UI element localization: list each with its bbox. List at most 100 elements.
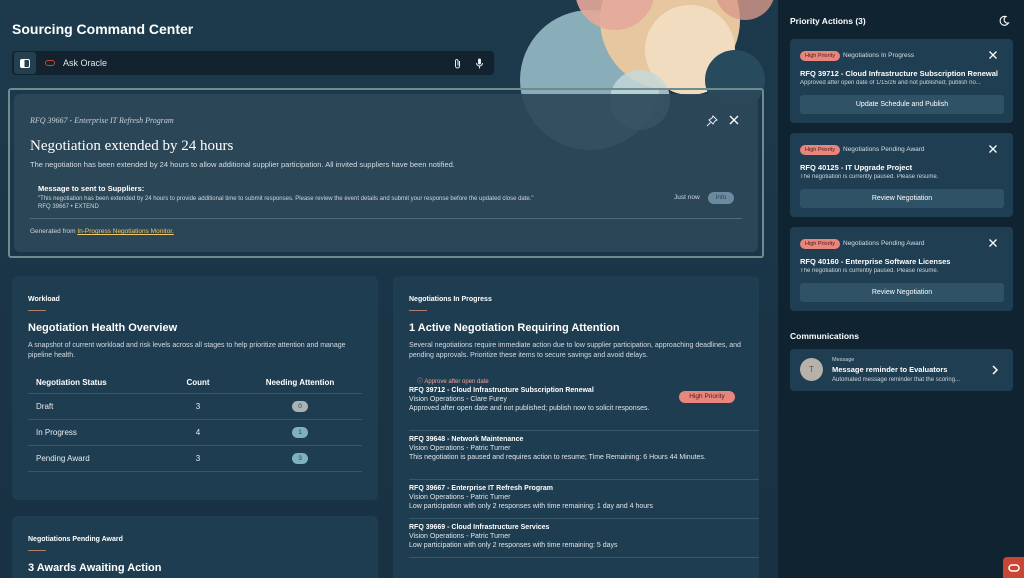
- dark-mode-toggle-icon[interactable]: [998, 15, 1010, 27]
- message-ref: RFQ 39667 • EXTEND: [38, 204, 99, 210]
- card-desc: The negotiation is currently paused. Ple…: [800, 268, 939, 274]
- microphone-button[interactable]: [472, 56, 486, 70]
- list-divider: [409, 479, 759, 480]
- close-icon[interactable]: [988, 238, 998, 248]
- list-item[interactable]: RFQ 39712 - Cloud Infrastructure Subscri…: [409, 386, 669, 413]
- item-owner: Vision Operations - Patric Turner: [409, 533, 511, 540]
- panel-toggle-button[interactable]: [14, 52, 36, 74]
- high-priority-badge: High Priority: [800, 239, 840, 249]
- generated-prefix: Generated from: [30, 228, 76, 235]
- table-row[interactable]: Pending Award 3 3: [28, 445, 362, 472]
- high-priority-badge: High Priority: [679, 391, 735, 403]
- priority-title: Priority Actions (3): [790, 16, 866, 26]
- alert-time: Just now: [674, 194, 700, 201]
- message-body: "This negotiation has been extended by 2…: [38, 195, 598, 211]
- table-row[interactable]: In Progress 4 1: [28, 419, 362, 446]
- col-count: Count: [158, 373, 238, 394]
- card-title: RFQ 39712 - Cloud Infrastructure Subscri…: [800, 69, 998, 78]
- item-desc: Low participation with only 2 responses …: [409, 542, 618, 549]
- list-item[interactable]: RFQ 39667 - Enterprise IT Refresh Progra…: [409, 484, 749, 511]
- attention-pill: 1: [292, 426, 308, 438]
- pending-award-card: Negotiations Pending Award 3 Awards Awai…: [12, 516, 378, 578]
- high-priority-badge: High Priority: [800, 145, 840, 155]
- row-status: Pending Award: [28, 445, 158, 472]
- oracle-icon: [1007, 563, 1020, 572]
- priority-card: High Priority Negotiations Pending Award…: [790, 227, 1013, 311]
- ask-oracle-input[interactable]: Ask Oracle: [63, 58, 450, 68]
- oracle-assistant-button[interactable]: [1003, 557, 1024, 578]
- avatar: T: [800, 358, 823, 381]
- microphone-icon: [475, 58, 483, 68]
- card-desc: Approved after open date of 1/15/26 and …: [800, 80, 981, 86]
- close-icon[interactable]: [988, 50, 998, 60]
- row-count: 4: [158, 419, 238, 446]
- item-desc: Low participation with only 2 responses …: [409, 503, 653, 510]
- message-label: Message: [832, 357, 855, 363]
- review-negotiation-button[interactable]: Review Negotiation: [800, 283, 1004, 302]
- item-owner: Vision Operations - Clare Furey: [409, 396, 507, 403]
- list-divider: [409, 557, 759, 558]
- update-schedule-button[interactable]: Update Schedule and Publish: [800, 95, 1004, 114]
- extension-alert-card: RFQ 39667 - Enterprise IT Refresh Progra…: [14, 94, 758, 252]
- chevron-right-icon[interactable]: [990, 364, 1000, 376]
- priority-card: High Priority Negotiations Pending Award…: [790, 133, 1013, 217]
- item-title: RFQ 39667 - Enterprise IT Refresh Progra…: [409, 485, 553, 492]
- priority-card: High Priority Negotiations In Progress R…: [790, 39, 1013, 123]
- message-title: Message reminder to Evaluators: [832, 365, 948, 374]
- card-status: Negotiations In Progress: [843, 52, 915, 59]
- alert-rfq: RFQ 39667 - Enterprise IT Refresh Progra…: [30, 116, 174, 125]
- in-progress-card: Negotiations In Progress 1 Active Negoti…: [393, 276, 759, 578]
- item-desc: This negotiation is paused and requires …: [409, 454, 706, 461]
- workload-table: Negotiation Status Count Needing Attenti…: [28, 373, 362, 472]
- alert-headline: Negotiation extended by 24 hours: [30, 138, 234, 154]
- communications-title: Communications: [790, 331, 859, 341]
- panel-icon: [20, 58, 30, 68]
- attention-pill: 0: [292, 400, 308, 412]
- ask-oracle-bar[interactable]: Ask Oracle: [12, 51, 494, 75]
- flag-label: Approve after open date: [424, 379, 489, 385]
- message-text: "This negotiation has been extended by 2…: [38, 196, 534, 202]
- main-area: Sourcing Command Center Ask Oracle RFQ 3…: [0, 0, 778, 578]
- item-owner: Vision Operations - Patric Turner: [409, 494, 511, 501]
- page-title: Sourcing Command Center: [12, 21, 194, 37]
- table-row[interactable]: Draft 3 0: [28, 393, 362, 420]
- attach-button[interactable]: [450, 56, 464, 70]
- monitor-link[interactable]: In-Progress Negotiations Monitor.: [77, 228, 173, 235]
- list-item[interactable]: RFQ 39648 - Network Maintenance Vision O…: [409, 435, 749, 462]
- row-status: Draft: [28, 393, 158, 420]
- card-desc: The negotiation is currently paused. Ple…: [800, 174, 939, 180]
- message-card[interactable]: T Message Message reminder to Evaluators…: [790, 349, 1013, 391]
- message-desc: Automated message reminder that the scor…: [832, 377, 961, 383]
- list-divider: [409, 430, 759, 431]
- workload-title: Negotiation Health Overview: [28, 322, 178, 334]
- kicker-line: [28, 310, 46, 311]
- close-icon[interactable]: [988, 144, 998, 154]
- card-title: RFQ 40125 - IT Upgrade Project: [800, 163, 913, 172]
- close-icon[interactable]: [728, 114, 740, 126]
- item-title: RFQ 39669 - Cloud Infrastructure Service…: [409, 524, 550, 531]
- row-status: In Progress: [28, 419, 158, 446]
- high-priority-badge: High Priority: [800, 51, 840, 61]
- generated-from: Generated from In-Progress Negotiations …: [30, 228, 174, 235]
- item-owner: Vision Operations - Patric Turner: [409, 445, 511, 452]
- message-title: Message to sent to Suppliers:: [38, 184, 145, 193]
- card-status: Negotiations Pending Award: [843, 146, 925, 153]
- row-count: 3: [158, 393, 238, 420]
- info-tag: Info: [708, 192, 734, 204]
- item-desc: Approved after open date and not publish…: [409, 405, 650, 412]
- card-title: RFQ 40160 - Enterprise Software Licenses: [800, 257, 951, 266]
- paperclip-icon: [454, 58, 460, 68]
- oracle-icon: [45, 60, 55, 66]
- workload-desc: A snapshot of current workload and risk …: [28, 342, 346, 359]
- kicker-line: [28, 550, 46, 551]
- in-progress-kicker: Negotiations In Progress: [409, 296, 492, 303]
- col-attention: Needing Attention: [238, 373, 362, 394]
- in-progress-desc: Several negotiations require immediate a…: [409, 342, 741, 359]
- workload-kicker: Workload: [28, 296, 60, 303]
- pending-award-title: 3 Awards Awaiting Action: [28, 562, 162, 574]
- list-item[interactable]: RFQ 39669 - Cloud Infrastructure Service…: [409, 523, 749, 550]
- alert-circle-icon: ⓘ: [417, 379, 424, 385]
- kicker-line: [409, 310, 427, 311]
- review-negotiation-button[interactable]: Review Negotiation: [800, 189, 1004, 208]
- pin-icon[interactable]: [706, 115, 718, 127]
